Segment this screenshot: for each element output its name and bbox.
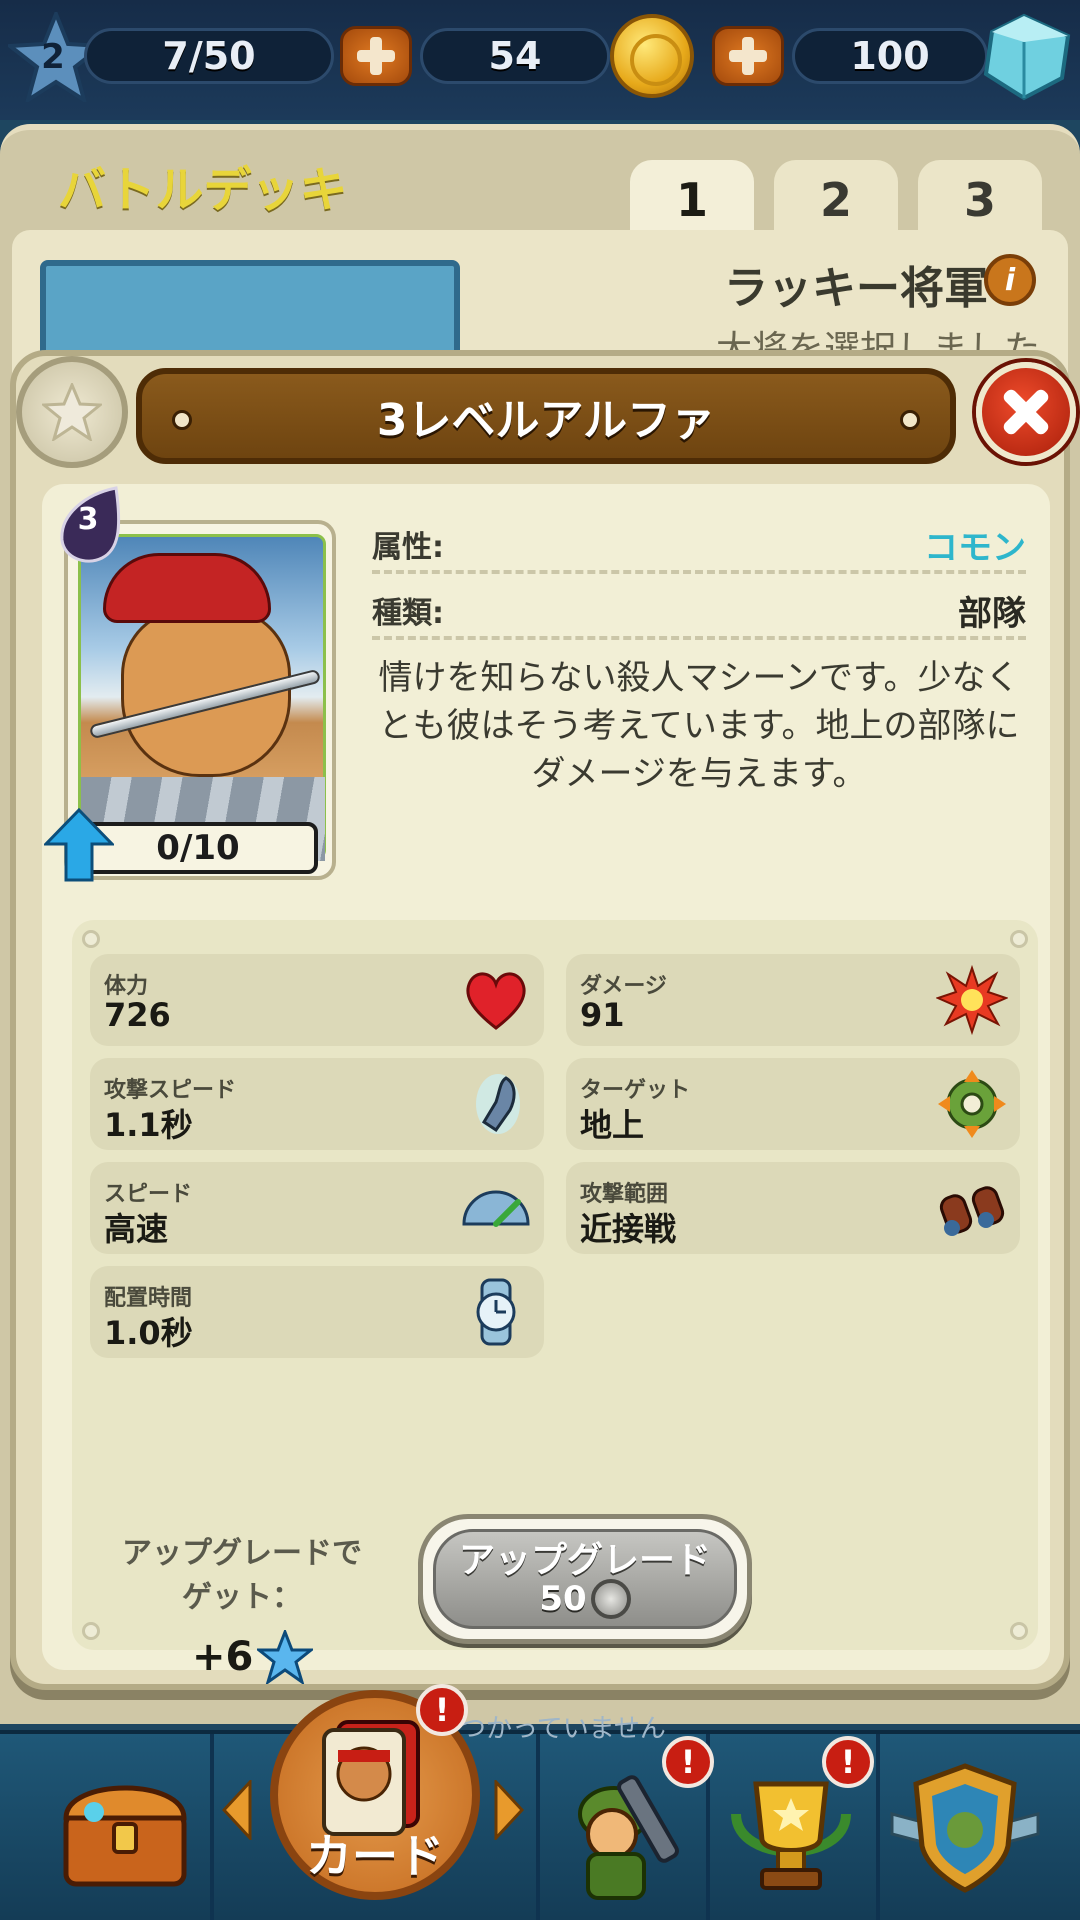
nav-divider <box>876 1734 880 1920</box>
upgrade-reward-label: アップグレードでゲット： <box>122 1536 362 1615</box>
attribute-row-type: 種類: 部隊 <box>372 584 1026 640</box>
close-button[interactable] <box>976 362 1076 462</box>
nav-divider <box>210 1734 214 1920</box>
stats-panel: 体力 726 ダメージ 91 攻撃スピード 1.1秒 ターゲット 地上 スピード… <box>72 920 1038 1684</box>
xp-star-icon <box>257 1630 314 1684</box>
stat-value: 近接戦 <box>580 1210 677 1248</box>
rarity-value: コモン <box>924 527 1026 568</box>
type-label: 種類: <box>372 596 444 631</box>
beret-art <box>103 553 271 623</box>
upgrade-button-label: アップグレード <box>458 1540 711 1581</box>
star-badge-icon <box>16 356 128 468</box>
attribute-row-rarity: 属性: コモン <box>372 518 1026 574</box>
upgrade-button[interactable]: アップグレード 50 <box>418 1514 752 1644</box>
deck-tab-3[interactable]: 3 <box>918 160 1042 240</box>
stat-deploy-time: 配置時間 1.0秒 <box>90 1266 544 1358</box>
banner-rivet <box>172 410 192 430</box>
army-notification-badge: ! <box>662 1736 714 1788</box>
binoculars-icon <box>939 1186 1005 1236</box>
corner-rivet <box>1010 1622 1028 1640</box>
heart-icon <box>466 972 526 1030</box>
gem-icon <box>978 12 1074 102</box>
stopwatch-icon <box>476 1278 516 1346</box>
deck-tab-1[interactable]: 1 <box>630 160 754 240</box>
nav-cards-label: カード <box>306 1829 444 1883</box>
modal-title: 3レベルアルファ <box>376 395 716 446</box>
plus-icon <box>357 37 395 75</box>
info-icon[interactable]: i <box>984 254 1036 306</box>
corner-rivet <box>82 930 100 948</box>
stat-health: 体力 726 <box>90 954 544 1046</box>
cards-notification-badge: ! <box>416 1684 468 1736</box>
nav-right-arrow-icon[interactable] <box>494 1780 524 1840</box>
rarity-label: 属性: <box>372 530 444 565</box>
stat-range: 攻撃範囲 近接戦 <box>566 1162 1020 1254</box>
explosion-icon <box>936 964 1008 1036</box>
stat-value: 1.0秒 <box>104 1314 193 1352</box>
gold-coin-icon <box>610 14 694 98</box>
deck-tab-2[interactable]: 2 <box>774 160 898 240</box>
bottom-status-text: つかっていません <box>460 1714 666 1744</box>
deck-title: バトルデッキ <box>58 162 348 218</box>
speedometer-icon <box>462 1190 530 1227</box>
type-value: 部隊 <box>958 593 1026 634</box>
stat-attack-speed: 攻撃スピード 1.1秒 <box>90 1058 544 1150</box>
energy-counter: 7/50 <box>84 28 334 84</box>
reward-amount: +6 <box>192 1634 254 1680</box>
stat-value: 高速 <box>104 1210 169 1248</box>
unit-portrait <box>78 534 326 861</box>
general-name: ラッキー将軍 <box>724 263 988 314</box>
nav-divider <box>536 1734 540 1920</box>
bullet-icon <box>476 1074 520 1134</box>
unit-description: 情けを知らない殺人マシーンです。少なくとも彼はそう考えています。地上の部隊にダメ… <box>378 658 1020 794</box>
card-level: 3 <box>77 502 99 537</box>
card-detail-modal: 3レベルアルファ 3 0/10 属性: コモン 種類: 部隊 情けを知らない殺人… <box>10 350 1076 1690</box>
nav-clan[interactable] <box>890 1754 1040 1904</box>
stat-value: 726 <box>104 996 171 1034</box>
upgrade-arrow-icon <box>42 807 116 882</box>
bottom-navigation <box>0 1730 1080 1920</box>
upgrade-cost-value: 50 <box>539 1579 587 1619</box>
nav-shop[interactable] <box>50 1754 200 1904</box>
stat-damage: ダメージ 91 <box>566 954 1020 1046</box>
stat-target: ターゲット 地上 <box>566 1058 1020 1150</box>
shield-emblem-icon <box>890 1763 1040 1893</box>
banner-rivet <box>900 410 920 430</box>
corner-rivet <box>1010 930 1028 948</box>
close-icon <box>1000 386 1052 438</box>
card-level-badge: 3 <box>56 486 124 566</box>
upgrade-reward: +6 <box>192 1630 314 1684</box>
silver-coin-icon <box>590 1579 631 1619</box>
coin-counter: 54 <box>420 28 610 84</box>
add-gems-button[interactable] <box>712 26 784 86</box>
add-energy-button[interactable] <box>340 26 412 86</box>
stat-value: 91 <box>580 996 625 1034</box>
upgrade-cost: 50 <box>423 1579 747 1619</box>
card-progress: 0/10 <box>78 822 318 874</box>
plus-icon <box>729 37 767 75</box>
stat-value: 1.1秒 <box>104 1106 193 1144</box>
modal-title-banner: 3レベルアルファ <box>136 368 956 464</box>
trophies-notification-badge: ! <box>822 1736 874 1788</box>
nav-left-arrow-icon[interactable] <box>222 1780 252 1840</box>
gem-counter: 100 <box>792 28 988 84</box>
treasure-chest-icon <box>63 1785 187 1887</box>
modal-body: 3 0/10 属性: コモン 種類: 部隊 情けを知らない殺人マシーンです。少な… <box>42 484 1050 1684</box>
stat-speed: スピード 高速 <box>90 1162 544 1254</box>
top-resource-bar: 2 7/50 54 100 <box>0 0 1080 120</box>
stat-value: 地上 <box>580 1106 645 1144</box>
target-icon <box>938 1070 1006 1138</box>
corner-rivet <box>82 1622 100 1640</box>
